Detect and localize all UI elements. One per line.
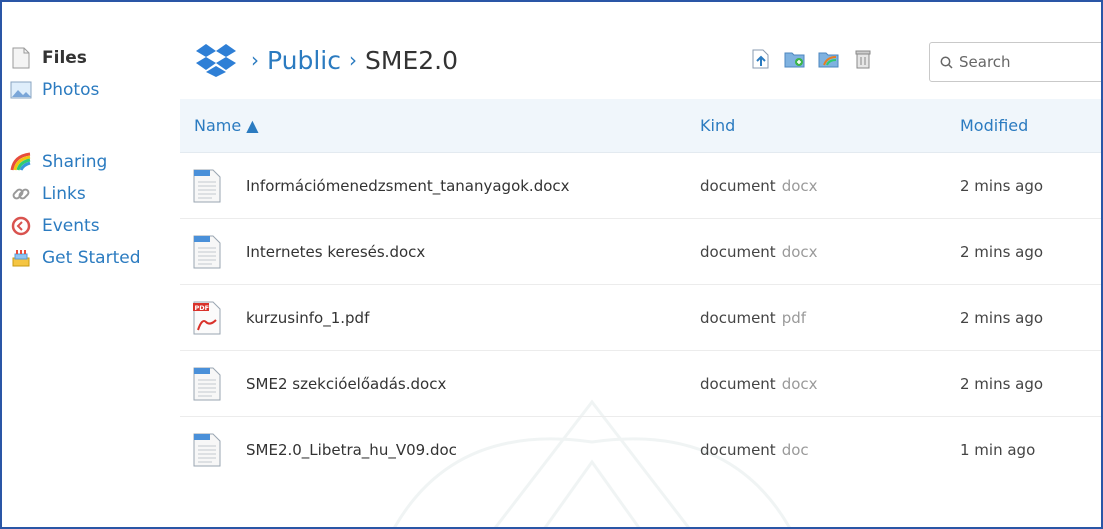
breadcrumb-public[interactable]: Public	[267, 46, 341, 75]
file-kind-cell: document doc	[700, 441, 960, 459]
get-started-icon	[10, 247, 32, 269]
word-document-icon	[193, 367, 221, 400]
app-window: Files Photos Sharing Links Events Get St…	[0, 0, 1103, 529]
file-kind: document	[700, 308, 776, 327]
file-name-cell: Információmenedzsment_tananyagok.docx	[180, 168, 700, 204]
file-name-cell: SME2 szekcióelőadás.docx	[180, 366, 700, 402]
sidebar-item-links[interactable]: Links	[10, 178, 180, 210]
file-kind: document	[700, 242, 776, 261]
dropbox-logo-icon[interactable]	[195, 43, 237, 77]
sidebar-item-get-started[interactable]: Get Started	[10, 242, 180, 274]
new-folder-icon[interactable]	[784, 48, 806, 70]
delete-icon[interactable]	[852, 48, 874, 70]
file-extension: docx	[781, 242, 818, 261]
file-extension: docx	[781, 374, 818, 393]
sidebar-item-photos[interactable]: Photos	[10, 74, 180, 106]
sidebar: Files Photos Sharing Links Events Get St…	[10, 42, 180, 274]
search-icon	[940, 56, 953, 69]
table-row[interactable]: SME2 szekcióelőadás.docx document docx 2 …	[180, 351, 1101, 417]
breadcrumb-current: SME2.0	[365, 45, 458, 75]
pdf-document-icon: PDF	[193, 301, 221, 334]
sidebar-item-label: Links	[42, 184, 86, 204]
sidebar-item-sharing[interactable]: Sharing	[10, 146, 180, 178]
file-kind: document	[700, 176, 776, 195]
toolbar	[750, 48, 874, 70]
links-icon	[10, 183, 32, 205]
breadcrumb-separator: ›	[251, 48, 259, 72]
file-extension: pdf	[781, 308, 807, 327]
file-extension: doc	[781, 441, 809, 459]
search-box[interactable]	[929, 42, 1101, 82]
table-row[interactable]: Információmenedzsment_tananyagok.docx do…	[180, 153, 1101, 219]
file-name[interactable]: Internetes keresés.docx	[246, 243, 425, 261]
sidebar-item-label: Get Started	[42, 248, 141, 268]
file-kind: document	[700, 441, 776, 459]
table-row[interactable]: Internetes keresés.docx document docx 2 m…	[180, 219, 1101, 285]
table-header: Name ▲ Kind Modified	[180, 99, 1101, 153]
file-extension: docx	[781, 176, 818, 195]
file-name[interactable]: kurzusinfo_1.pdf	[246, 309, 369, 327]
file-modified: 2 mins ago	[960, 308, 1044, 327]
file-kind-cell: document docx	[700, 177, 960, 195]
search-input[interactable]	[959, 53, 1099, 71]
table-row[interactable]: PDF kurzusinfo_1.pdf document pdf 2 mins …	[180, 285, 1101, 351]
file-modified: 2 mins ago	[960, 176, 1044, 195]
file-modified: 2 mins ago	[960, 374, 1044, 393]
sidebar-item-events[interactable]: Events	[10, 210, 180, 242]
files-icon	[10, 47, 32, 69]
svg-text:PDF: PDF	[195, 304, 210, 312]
file-name-cell: Internetes keresés.docx	[180, 234, 700, 270]
file-table: Name ▲ Kind Modified Információmenedzsme…	[180, 99, 1101, 483]
word-document-icon	[193, 169, 221, 202]
word-document-icon	[193, 433, 221, 467]
file-name[interactable]: SME2.0_Libetra_hu_V09.doc	[246, 441, 457, 459]
file-kind: document	[700, 374, 776, 393]
column-header-modified[interactable]: Modified	[960, 116, 1101, 135]
file-kind-cell: document docx	[700, 243, 960, 261]
sidebar-item-label: Sharing	[42, 152, 108, 172]
sidebar-item-label: Photos	[42, 80, 100, 100]
file-name-cell: PDF kurzusinfo_1.pdf	[180, 300, 700, 336]
file-name-cell: SME2.0_Libetra_hu_V09.doc	[180, 432, 700, 468]
sharing-icon	[10, 151, 32, 173]
events-icon	[10, 215, 32, 237]
file-name[interactable]: SME2 szekcióelőadás.docx	[246, 375, 446, 393]
table-row[interactable]: SME2.0_Libetra_hu_V09.doc document doc 1 …	[180, 417, 1101, 483]
column-header-kind[interactable]: Kind	[700, 116, 960, 135]
word-document-icon	[193, 235, 221, 268]
photos-icon	[10, 79, 32, 101]
upload-icon[interactable]	[750, 48, 772, 70]
shared-folder-icon[interactable]	[818, 48, 840, 70]
file-modified: 1 min ago	[960, 441, 1036, 459]
file-modified: 2 mins ago	[960, 242, 1044, 261]
column-header-name[interactable]: Name ▲	[180, 116, 700, 135]
file-kind-cell: document pdf	[700, 309, 960, 327]
sidebar-item-label: Files	[42, 48, 87, 68]
file-kind-cell: document docx	[700, 375, 960, 393]
sidebar-item-files[interactable]: Files	[10, 42, 180, 74]
sidebar-item-label: Events	[42, 216, 100, 236]
breadcrumb-separator: ›	[349, 48, 357, 72]
breadcrumb: › Public › SME2.0	[195, 40, 458, 80]
file-name[interactable]: Információmenedzsment_tananyagok.docx	[246, 177, 570, 195]
